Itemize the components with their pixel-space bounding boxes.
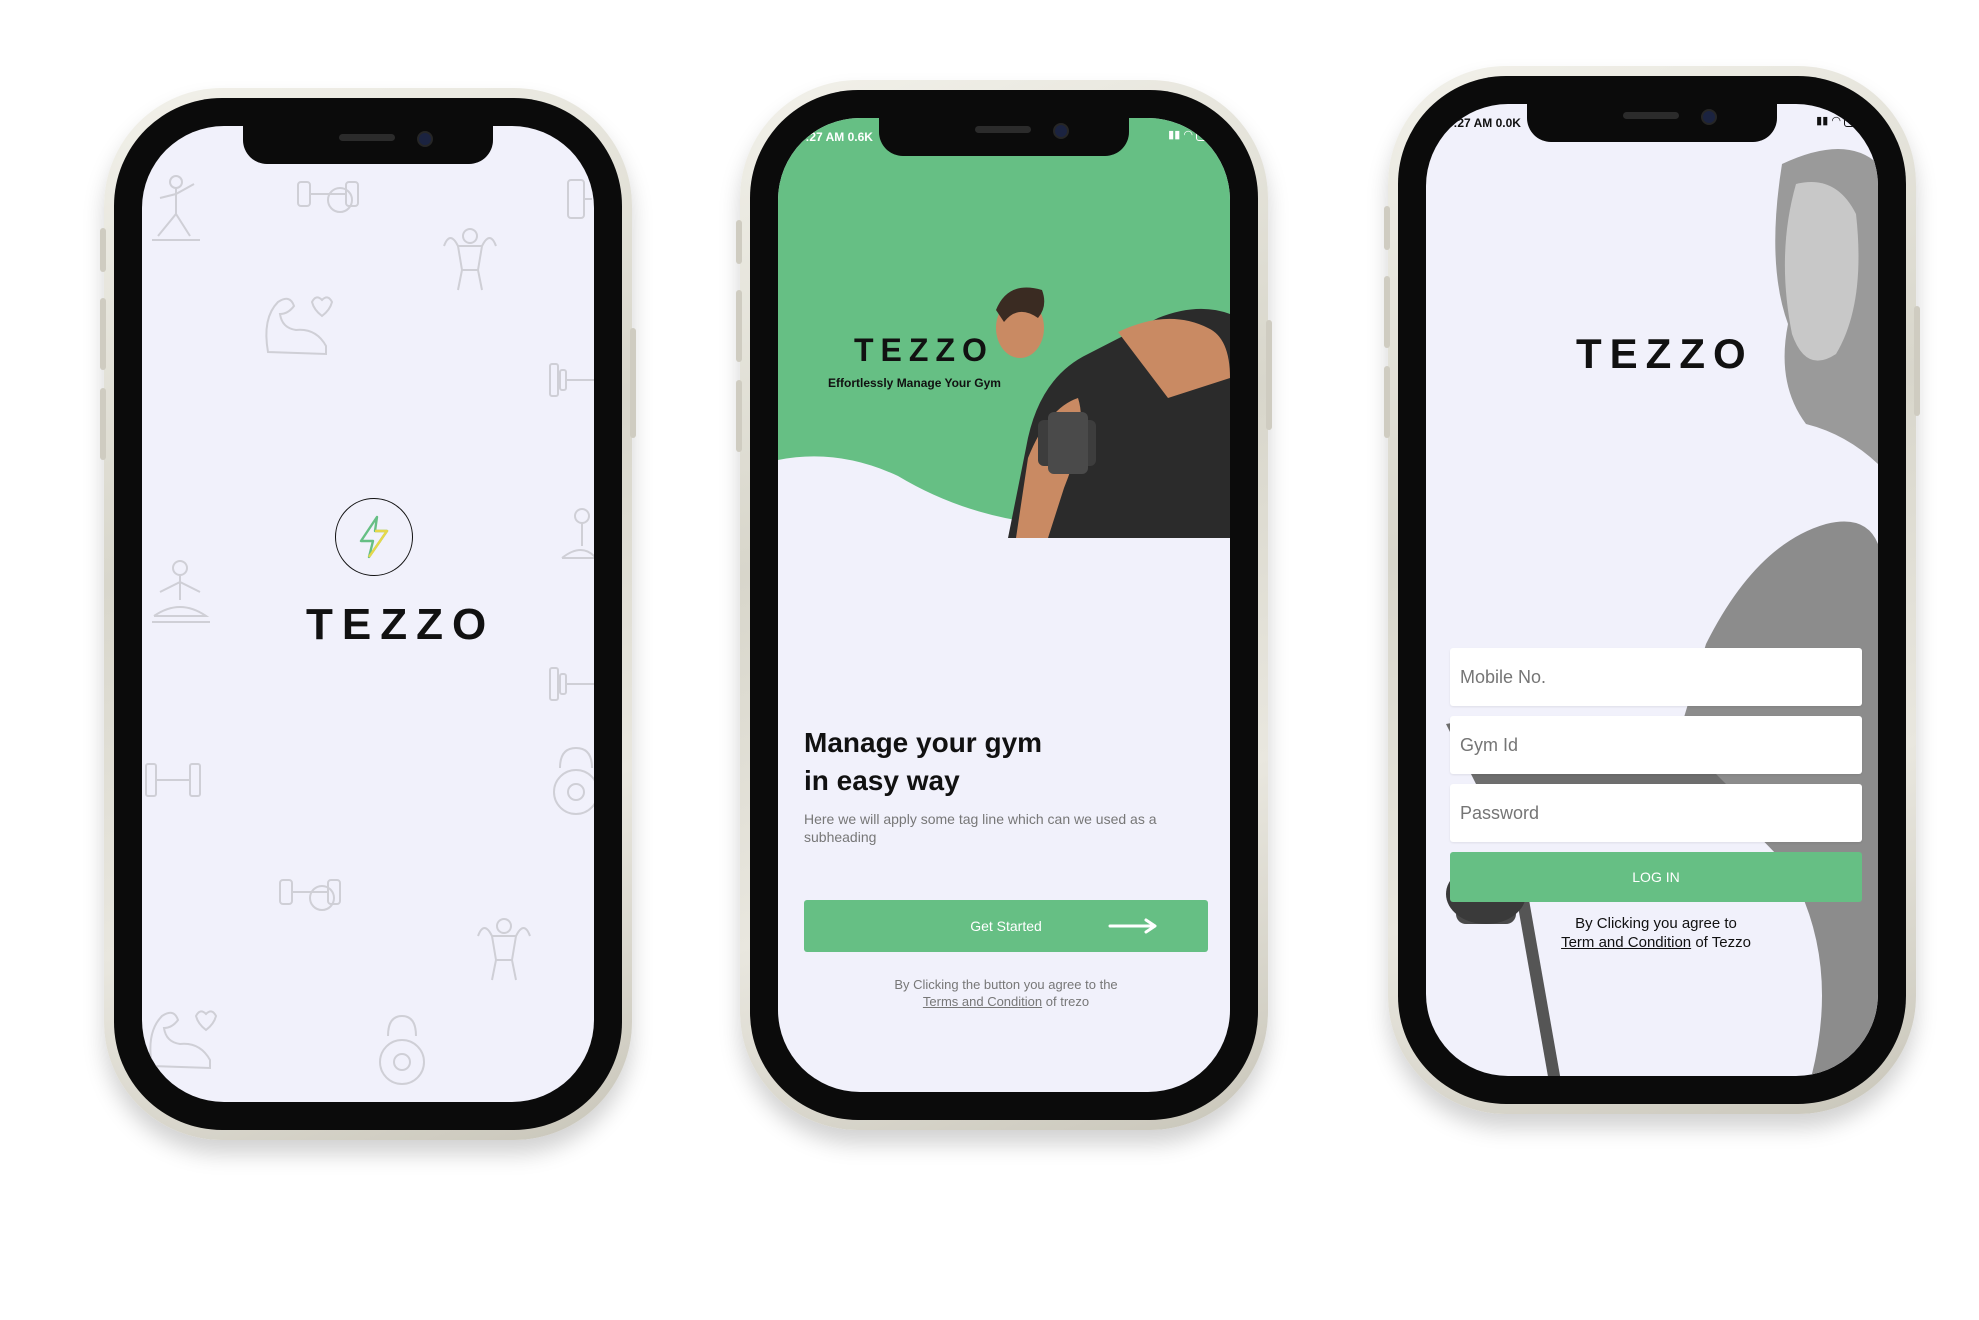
phone-bezel: 10:27 AM 0.6K ▮▮ ◠ TEZZO Effortlessly Ma… (750, 90, 1258, 1120)
meditation-icon (561, 508, 594, 559)
front-camera-icon (1701, 109, 1717, 125)
wifi-icon: ◠ (1831, 115, 1841, 127)
tagline: Effortlessly Manage Your Gym (828, 376, 1001, 390)
get-started-label: Get Started (970, 918, 1042, 934)
mobile-input[interactable] (1450, 648, 1862, 706)
dumbbell-icon (279, 879, 341, 911)
status-time: 10:27 AM 0.6K (792, 130, 873, 144)
flexed-arm-heart-icon (149, 1010, 218, 1070)
signal-icon: ▮▮ (1816, 115, 1829, 127)
barbell-icon (549, 363, 594, 397)
bodybuilder-icon (443, 228, 497, 291)
status-time: 10:27 AM 0.0K (1440, 116, 1521, 130)
lightning-bolt-icon (335, 498, 413, 576)
brand-logo: TEZZO (1576, 330, 1754, 377)
battery-icon (1844, 115, 1864, 127)
heading: Manage your gym in easy way (804, 724, 1042, 800)
notch (879, 118, 1129, 156)
phone-mockup-onboarding: 10:27 AM 0.6K ▮▮ ◠ TEZZO Effortlessly Ma… (736, 80, 1272, 1130)
agree-text: By Clicking you agree to Term and Condit… (1561, 915, 1751, 951)
subheading: Here we will apply some tag line which c… (804, 811, 1157, 845)
password-input[interactable] (1450, 784, 1862, 842)
onboarding-screen: 10:27 AM 0.6K ▮▮ ◠ TEZZO Effortlessly Ma… (778, 118, 1230, 1092)
meditation-icon (152, 560, 210, 623)
phone-bezel: TEZZO (114, 98, 622, 1130)
signal-icon: ▮▮ (1168, 129, 1181, 141)
notch (1527, 104, 1777, 142)
dumbbell-icon (297, 181, 359, 213)
get-started-button[interactable]: Get Started (804, 900, 1208, 952)
front-camera-icon (417, 131, 433, 147)
login-button[interactable]: LOG IN (1450, 852, 1862, 902)
yoga-icon (152, 175, 200, 241)
barbell-icon (549, 667, 594, 701)
phone-mockup-login: 10:27 AM 0.0K ▮▮ ◠ TEZZO LOG IN By Click… (1384, 66, 1920, 1114)
heading-line-1: Manage your gym (804, 727, 1043, 758)
kettlebell-icon (553, 746, 594, 815)
dumbbell-icon (145, 763, 201, 797)
front-camera-icon (1053, 123, 1069, 139)
terms-link[interactable]: Term and Condition (1561, 934, 1691, 951)
splash-screen: TEZZO (142, 126, 594, 1102)
long-arrow-right-icon (1108, 918, 1157, 934)
status-icons: ▮▮ ◠ (1168, 128, 1216, 141)
brand-logo: TEZZO (854, 332, 994, 368)
heading-line-2: in easy way (804, 765, 960, 796)
battery-icon (1196, 129, 1216, 141)
brand-logo: TEZZO (306, 600, 496, 649)
wifi-icon: ◠ (1183, 129, 1193, 141)
kettlebell-icon (379, 1014, 425, 1085)
notch (243, 126, 493, 164)
terms-link[interactable]: Terms and Condition (923, 994, 1042, 1009)
login-button-label: LOG IN (1632, 869, 1680, 885)
phone-bezel: 10:27 AM 0.0K ▮▮ ◠ TEZZO LOG IN By Click… (1398, 76, 1906, 1104)
athlete-photo (996, 287, 1230, 538)
terms-text: By Clicking the button you agree to the … (894, 977, 1118, 1009)
flexed-arm-heart-icon (265, 296, 334, 356)
status-icons: ▮▮ ◠ (1816, 114, 1864, 127)
login-screen: 10:27 AM 0.0K ▮▮ ◠ TEZZO LOG IN By Click… (1426, 104, 1878, 1076)
dumbbell-icon (567, 179, 592, 219)
phone-mockup-splash: TEZZO (100, 88, 636, 1140)
bodybuilder-icon (477, 918, 531, 981)
gym-id-input[interactable] (1450, 716, 1862, 774)
